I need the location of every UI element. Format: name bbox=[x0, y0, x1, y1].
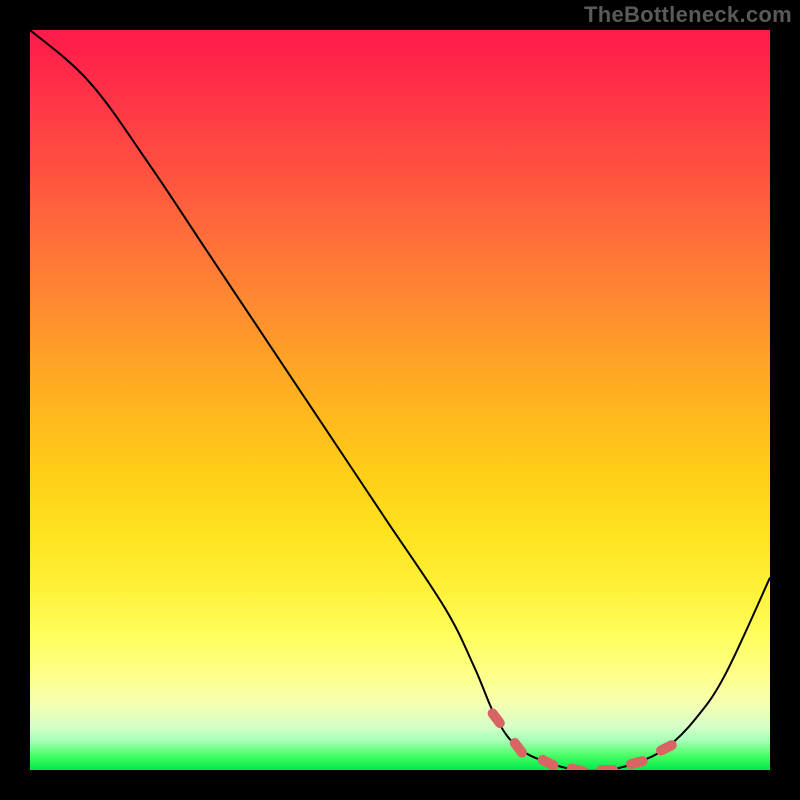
watermark-text: TheBottleneck.com bbox=[584, 2, 792, 28]
marker-group bbox=[486, 706, 679, 770]
marker-point bbox=[486, 706, 507, 730]
marker-point bbox=[654, 738, 678, 757]
chart-container: TheBottleneck.com bbox=[0, 0, 800, 800]
marker-point bbox=[566, 762, 590, 770]
plot-area bbox=[30, 30, 770, 770]
bottleneck-curve bbox=[30, 30, 770, 770]
chart-svg bbox=[30, 30, 770, 770]
marker-point bbox=[625, 755, 649, 770]
marker-point bbox=[596, 765, 618, 770]
marker-point bbox=[536, 753, 560, 770]
